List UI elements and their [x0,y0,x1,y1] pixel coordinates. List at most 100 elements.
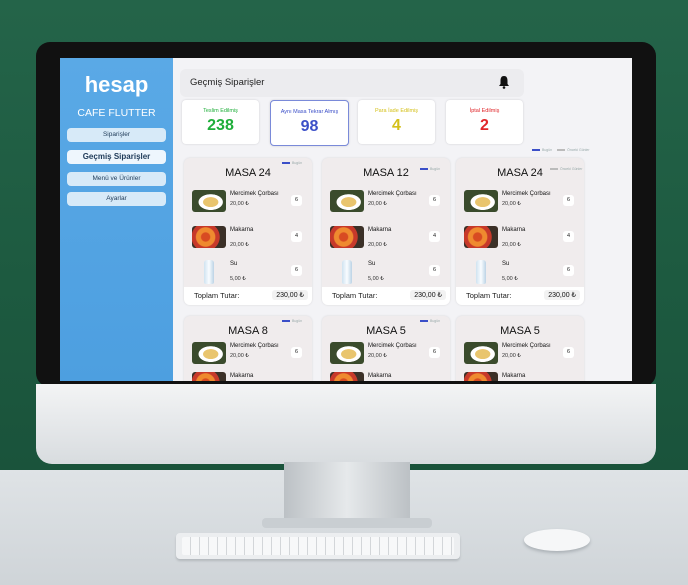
item-quantity: 6 [291,265,302,276]
item-name: Makarna [502,227,526,233]
card-title: MASA 5 [366,325,406,337]
pasta-image [464,372,498,381]
stat-repeat-table[interactable]: Aynı Masa Tekrar Almış 98 [270,100,349,146]
order-card[interactable]: Bugün MASA 12 Mercimek Çorbası 20,00 ₺ 6… [322,158,450,305]
order-card[interactable]: MASA 5 Mercimek Çorbası 20,00 ₺ 6 Makarn… [456,316,584,381]
card-title: MASA 8 [228,325,268,337]
order-item: Mercimek Çorbası 20,00 ₺ 6 [192,342,304,372]
stat-label: Para İade Edilmiş [374,108,419,114]
legend-line [282,320,290,322]
order-item: Makarna [330,372,442,381]
order-item: Mercimek Çorbası 20,00 ₺ 6 [464,342,576,372]
item-name: Makarna [368,373,392,379]
item-quantity: 4 [429,231,440,242]
stat-value: 238 [207,117,234,134]
order-card[interactable]: Bugün MASA 5 Mercimek Çorbası 20,00 ₺ 6 … [322,316,450,381]
stat-refunded[interactable]: Para İade Edilmiş 4 [358,100,435,144]
legend-today: Bugün [542,148,553,152]
sidebar-item-siparisler[interactable]: Siparişler [67,128,166,142]
legend-line-today [532,149,540,151]
app-screen: hesap CAFE FLUTTER Siparişler Geçmiş Sip… [60,58,632,381]
card-legend-label: Bugün [292,161,303,165]
sidebar-item-ayarlar[interactable]: Ayarlar [67,192,166,206]
legend-line [420,320,428,322]
order-item: Su 5,00 ₺ 6 [192,260,304,290]
soup-image [192,190,226,212]
page-title: Geçmiş Siparişler [190,77,265,88]
card-legend: Bugün [282,319,302,323]
item-price: 20,00 ₺ [230,201,249,207]
stat-label: İptal Edilmiş [469,108,500,114]
order-item: Mercimek Çorbası 20,00 ₺ 6 [192,190,304,220]
total-label: Toplam Tutar: [194,291,240,300]
water-bottle-image [204,260,214,284]
item-quantity: 6 [429,265,440,276]
soup-image [464,342,498,364]
sidebar-item-menu-urunler[interactable]: Menü ve Ürünler [67,172,166,186]
stat-value: 4 [392,117,401,134]
order-card[interactable]: Bugün MASA 24 Mercimek Çorbası 20,00 ₺ 6… [184,158,312,305]
item-quantity: 6 [563,195,574,206]
sidebar: hesap CAFE FLUTTER Siparişler Geçmiş Sip… [60,58,173,381]
order-card[interactable]: Bugün MASA 8 Mercimek Çorbası 20,00 ₺ 6 … [184,316,312,381]
monitor-stand [284,462,410,522]
stat-delivered[interactable]: Teslim Edilmiş 238 [182,100,259,144]
item-name: Mercimek Çorbası [502,343,551,349]
item-price: 20,00 ₺ [368,353,387,359]
stat-label: Aynı Masa Tekrar Almış [280,109,339,115]
card-legend-label: Bugün [292,319,303,323]
soup-image [192,342,226,364]
total-label: Toplam Tutar: [332,291,378,300]
monitor-stand-base [262,518,432,528]
order-item: Makarna 20,00 ₺ 4 [192,226,304,256]
item-price: 20,00 ₺ [368,201,387,207]
item-quantity: 6 [291,195,302,206]
card-legend: Bugün [282,161,302,165]
item-name: Mercimek Çorbası [230,191,279,197]
item-price: 20,00 ₺ [230,242,249,248]
header-bar: Geçmiş Siparişler [180,69,524,97]
soup-image [330,190,364,212]
item-name: Makarna [230,373,254,379]
item-name: Makarna [230,227,254,233]
water-bottle-image [342,260,352,284]
item-price: 5,00 ₺ [502,276,518,282]
bell-icon[interactable] [498,75,510,89]
stat-cancelled[interactable]: İptal Edilmiş 2 [446,100,523,144]
legend: Bugün Önceki Günler [532,148,589,152]
order-item: Makarna [464,372,576,381]
card-title: MASA 5 [500,325,540,337]
item-quantity: 6 [429,347,440,358]
monitor-chin [36,384,656,464]
order-item: Su 5,00 ₺ 6 [330,260,442,290]
order-item: Makarna [192,372,304,381]
item-price: 20,00 ₺ [502,353,521,359]
total-label: Toplam Tutar: [466,291,512,300]
order-card[interactable]: Önceki Günler MASA 24 Mercimek Çorbası 2… [456,158,584,305]
item-price: 20,00 ₺ [502,201,521,207]
item-price: 5,00 ₺ [368,276,384,282]
total-value: 230,00 ₺ [272,290,308,300]
item-quantity: 6 [563,265,574,276]
card-legend-label: Bugün [430,319,441,323]
item-quantity: 6 [429,195,440,206]
total-row: Toplam Tutar: 230,00 ₺ [322,287,450,305]
order-item: Makarna 20,00 ₺ 4 [464,226,576,256]
pasta-image [192,226,226,248]
legend-previous: Önceki Günler [567,148,590,152]
total-row: Toplam Tutar: 230,00 ₺ [456,287,584,305]
card-title: MASA 12 [363,167,409,179]
pasta-image [192,372,226,381]
item-quantity: 6 [563,347,574,358]
item-name: Su [230,261,238,267]
legend-line-previous [557,149,566,151]
item-name: Makarna [502,373,526,379]
item-quantity: 6 [291,347,302,358]
stat-label: Teslim Edilmiş [203,108,238,114]
item-name: Mercimek Çorbası [368,343,417,349]
keyboard [176,533,460,559]
stat-value: 2 [480,117,489,134]
sidebar-item-gecmis-siparisler[interactable]: Geçmiş Siparişler [67,150,166,164]
item-price: 20,00 ₺ [368,242,387,248]
total-value: 230,00 ₺ [544,290,580,300]
